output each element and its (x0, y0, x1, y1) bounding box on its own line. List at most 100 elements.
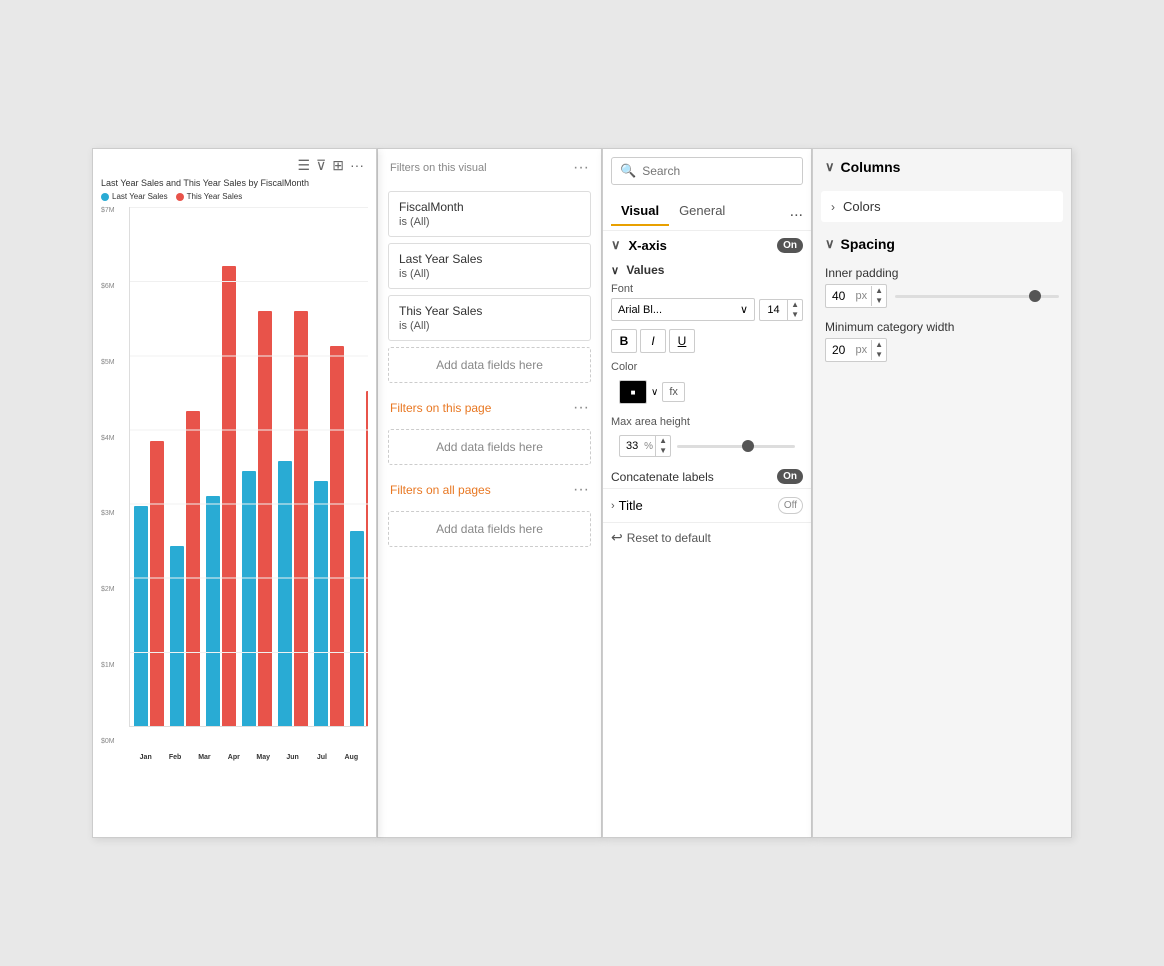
filter-icon[interactable]: ⊽ (316, 157, 326, 174)
filter-add-visual[interactable]: Add data fields here (388, 347, 591, 383)
y-axis-labels: $7M $6M $5M $4M $3M $2M $1M $0M (101, 207, 129, 747)
columns-label: Columns (841, 159, 901, 175)
bar-red-apr (258, 311, 272, 726)
max-area-spinners: ▲ ▼ (655, 436, 670, 456)
filter-value-thisyear: is (All) (399, 320, 580, 332)
bold-button[interactable]: B (611, 329, 637, 353)
filter-visual-more[interactable]: ··· (573, 159, 589, 177)
colors-chevron-icon: › (831, 200, 835, 214)
filter-value-lastyear: is (All) (399, 268, 580, 280)
legend-label-blue: Last Year Sales (112, 192, 168, 201)
xaxis-toggle[interactable]: On (777, 238, 803, 253)
spacing-section-header[interactable]: ∨ Spacing (813, 228, 1071, 260)
filter-add-all[interactable]: Add data fields here (388, 511, 591, 547)
concatenate-toggle[interactable]: On (777, 469, 803, 484)
color-swatch[interactable]: ■ (619, 380, 647, 404)
inner-padding-slider[interactable] (895, 295, 1059, 298)
legend-dot-blue (101, 193, 109, 201)
inner-padding-up[interactable]: ▲ (872, 286, 886, 296)
xaxis-chevron-icon: ∨ (611, 237, 621, 253)
expand-icon[interactable]: ⊞ (332, 157, 344, 174)
min-category-unit: px (855, 344, 871, 356)
fx-button[interactable]: fx (662, 382, 685, 402)
inner-padding-down[interactable]: ▼ (872, 296, 886, 306)
chart-legend: Last Year Sales This Year Sales (101, 192, 368, 201)
italic-button[interactable]: I (640, 329, 666, 353)
reset-row[interactable]: ↩ Reset to default (603, 522, 811, 552)
filter-value-fiscalmonth: is (All) (399, 216, 580, 228)
more-icon[interactable]: ··· (350, 157, 364, 174)
filter-title-thisyear: This Year Sales (399, 304, 580, 318)
bar-group-jun (314, 346, 344, 726)
bar-red-jan (150, 441, 164, 726)
max-area-down[interactable]: ▼ (656, 446, 670, 456)
tab-visual[interactable]: Visual (611, 197, 669, 226)
filter-item-thisyear[interactable]: This Year Sales is (All) (388, 295, 591, 341)
font-family-value: Arial Bl... (618, 304, 662, 316)
color-row: ■ ∨ fx (611, 376, 803, 408)
inner-padding-spinners: ▲ ▼ (871, 286, 886, 306)
colors-label: Colors (843, 199, 881, 214)
inner-padding-input-row: 40 px ▲ ▼ (825, 284, 1059, 308)
search-box[interactable]: 🔍 (611, 157, 803, 185)
bar-blue-jul (350, 531, 364, 726)
color-dropdown-icon[interactable]: ∨ (651, 387, 658, 398)
max-area-input[interactable]: 33 % ▲ ▼ (619, 435, 671, 457)
bar-red-jun (330, 346, 344, 726)
inner-padding-unit: px (855, 290, 871, 302)
color-label: Color (611, 361, 803, 373)
min-category-input[interactable]: 20 px ▲ ▼ (825, 338, 887, 362)
max-area-slider[interactable] (677, 445, 795, 448)
filter-item-lastyear[interactable]: Last Year Sales is (All) (388, 243, 591, 289)
min-category-down[interactable]: ▼ (872, 350, 886, 360)
underline-button[interactable]: U (669, 329, 695, 353)
max-area-label: Max area height (611, 416, 803, 428)
font-size-up[interactable]: ▲ (788, 300, 802, 310)
title-chevron-icon: › (611, 500, 615, 512)
spacing-label: Spacing (841, 236, 895, 252)
bar-group-apr (242, 311, 272, 726)
columns-chevron-icon: ∨ (825, 159, 835, 175)
xaxis-section-header[interactable]: ∨ X-axis On (603, 231, 811, 259)
hamburger-icon[interactable]: ☰ (297, 157, 310, 174)
bar-red-feb (186, 411, 200, 726)
title-label: Title (619, 498, 643, 513)
bar-red-may (294, 311, 308, 726)
inner-padding-thumb[interactable] (1029, 290, 1041, 302)
text-format-row: B I U (603, 325, 811, 357)
tabs-row: Visual General ... (603, 193, 811, 231)
columns-panel: ∨ Columns › Colors ∨ Spacing Inner paddi… (812, 148, 1072, 838)
bar-group-jul (350, 391, 368, 726)
font-size-down[interactable]: ▼ (788, 310, 802, 320)
max-area-thumb[interactable] (742, 440, 754, 452)
bar-blue-jan (134, 506, 148, 726)
filter-item-fiscalmonth[interactable]: FiscalMonth is (All) (388, 191, 591, 237)
colors-section[interactable]: › Colors (821, 191, 1063, 222)
inner-padding-label: Inner padding (825, 266, 1059, 280)
filters-panel: Filters on this visual ··· FiscalMonth i… (377, 148, 602, 838)
max-area-up[interactable]: ▲ (656, 436, 670, 446)
max-area-slider-row: 33 % ▲ ▼ (611, 431, 803, 461)
tab-more[interactable]: ... (790, 203, 803, 221)
bar-group-jan (134, 441, 164, 726)
filter-page-more[interactable]: ··· (573, 399, 589, 417)
min-category-property: Minimum category width 20 px ▲ ▼ (813, 314, 1071, 368)
font-size-box[interactable]: 14 ▲ ▼ (759, 299, 803, 321)
max-area-value: 33 (620, 437, 644, 455)
font-family-select[interactable]: Arial Bl... ∨ (611, 298, 755, 321)
concatenate-row: Concatenate labels On (603, 465, 811, 488)
bar-red-jul (366, 391, 368, 726)
columns-section-header[interactable]: ∨ Columns (813, 149, 1071, 185)
tab-general[interactable]: General (669, 197, 735, 226)
filter-add-page[interactable]: Add data fields here (388, 429, 591, 465)
title-toggle[interactable]: Off (778, 497, 803, 514)
inner-padding-input[interactable]: 40 px ▲ ▼ (825, 284, 887, 308)
xaxis-label: X-axis (629, 238, 667, 253)
search-input[interactable] (642, 164, 794, 178)
filters-visual-header: Filters on this visual ··· (378, 149, 601, 185)
filter-title-lastyear: Last Year Sales (399, 252, 580, 266)
color-swatch-inner: ■ (631, 388, 636, 397)
filter-all-more[interactable]: ··· (573, 481, 589, 499)
min-category-up[interactable]: ▲ (872, 340, 886, 350)
chart-toolbar: ☰ ⊽ ⊞ ··· (101, 157, 368, 174)
